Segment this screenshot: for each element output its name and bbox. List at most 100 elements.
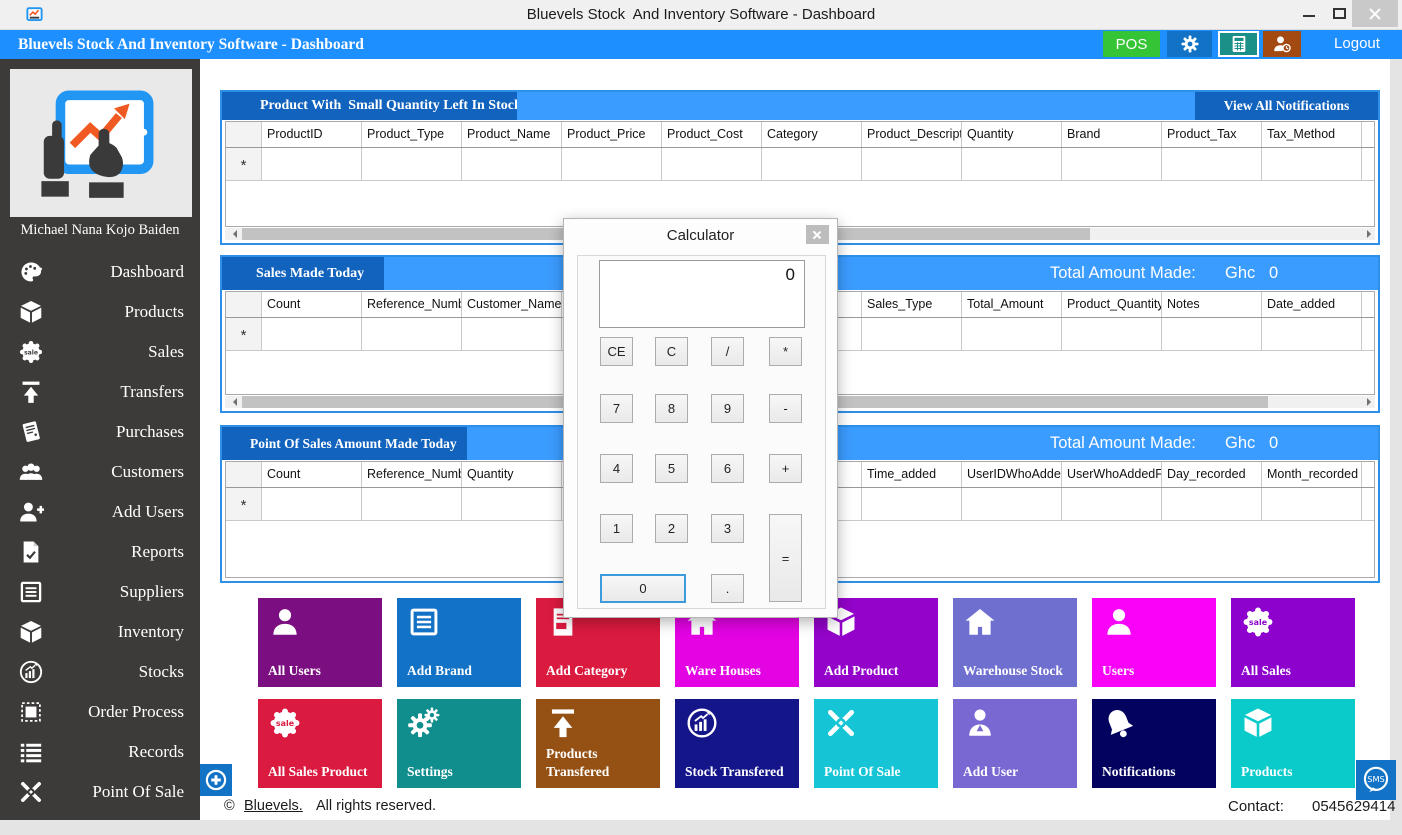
grid-column-header[interactable]: Reference_Number — [362, 292, 462, 317]
tile-notifications[interactable]: Notifications — [1092, 699, 1216, 788]
calc-key-3[interactable]: 3 — [711, 514, 744, 543]
grid-cell[interactable] — [962, 318, 1062, 351]
grid-column-header[interactable]: Category — [762, 122, 862, 147]
bluevels-link[interactable]: Bluevels. — [244, 793, 303, 820]
maximize-button[interactable] — [1326, 0, 1352, 28]
scroll-right-arrow[interactable] — [1360, 228, 1375, 240]
grid-column-header[interactable]: Day_recorded — [1162, 462, 1262, 487]
tile-add-brand[interactable]: Add Brand — [397, 598, 521, 687]
calculator-close-button[interactable] — [806, 225, 829, 244]
grid-cell[interactable] — [1062, 488, 1162, 521]
grid-column-header[interactable]: Reference_Number — [362, 462, 462, 487]
calc-key-divide[interactable]: / — [711, 337, 744, 366]
grid-cell[interactable] — [962, 488, 1062, 521]
grid-cell[interactable] — [462, 318, 562, 351]
minimize-button[interactable] — [1296, 0, 1322, 28]
calc-key-0[interactable]: 0 — [600, 574, 686, 603]
grid-column-header[interactable]: Product_Quantity — [1062, 292, 1162, 317]
sidebar-item-point-of-sale[interactable]: Point Of Sale — [0, 772, 200, 812]
quick-add-button[interactable] — [200, 764, 232, 796]
grid-cell[interactable] — [262, 148, 362, 181]
tile-products[interactable]: Products — [1231, 699, 1355, 788]
calc-key-c[interactable]: C — [655, 337, 688, 366]
calc-key-7[interactable]: 7 — [600, 394, 633, 423]
close-button[interactable] — [1352, 0, 1398, 27]
tile-all-users[interactable]: All Users — [258, 598, 382, 687]
grid-column-header[interactable]: Count — [262, 292, 362, 317]
grid-column-header[interactable]: Month_recorded — [1262, 462, 1362, 487]
sidebar-item-records[interactable]: Records — [0, 732, 200, 772]
grid-cell[interactable] — [1162, 318, 1262, 351]
grid-column-header[interactable]: Brand — [1062, 122, 1162, 147]
grid-column-header[interactable]: Date_added — [1262, 292, 1362, 317]
grid-cell[interactable] — [562, 148, 662, 181]
calc-key-5[interactable]: 5 — [655, 454, 688, 483]
grid-cell[interactable] — [1262, 318, 1362, 351]
tile-products-transfered[interactable]: Products Transfered — [536, 699, 660, 788]
sidebar-item-dashboard[interactable]: Dashboard — [0, 252, 200, 292]
grid-column-header[interactable]: Product_Type — [362, 122, 462, 147]
sidebar-item-reports[interactable]: Reports — [0, 532, 200, 572]
grid-cell[interactable] — [1262, 148, 1362, 181]
grid-cell[interactable] — [862, 318, 962, 351]
user-header-button[interactable] — [1263, 31, 1301, 57]
tile-add-user[interactable]: Add User — [953, 699, 1077, 788]
sidebar-item-add-users[interactable]: Add Users — [0, 492, 200, 532]
grid-cell[interactable] — [262, 318, 362, 351]
calc-key-6[interactable]: 6 — [711, 454, 744, 483]
grid-cell[interactable] — [762, 148, 862, 181]
tile-all-sales-product[interactable]: saleAll Sales Product — [258, 699, 382, 788]
tile-all-sales[interactable]: saleAll Sales — [1231, 598, 1355, 687]
grid-cell[interactable] — [1162, 488, 1262, 521]
sidebar-item-sales[interactable]: saleSales — [0, 332, 200, 372]
grid-column-header[interactable]: Quantity — [462, 462, 562, 487]
sidebar-item-products[interactable]: Products — [0, 292, 200, 332]
grid-cell[interactable] — [462, 148, 562, 181]
grid-column-header[interactable]: Product_Price — [562, 122, 662, 147]
grid-column-header[interactable]: Product_Cost — [662, 122, 762, 147]
grid-cell[interactable] — [1062, 318, 1162, 351]
grid-cell[interactable] — [362, 488, 462, 521]
tile-settings[interactable]: Settings — [397, 699, 521, 788]
tile-point-of-sale[interactable]: Point Of Sale — [814, 699, 938, 788]
pos-button[interactable]: POS — [1103, 31, 1160, 57]
grid-cell[interactable] — [262, 488, 362, 521]
grid-column-header[interactable]: Notes — [1162, 292, 1262, 317]
calc-key-1[interactable]: 1 — [600, 514, 633, 543]
grid-column-header[interactable]: UserIDWhoAddedU — [962, 462, 1062, 487]
calc-key-8[interactable]: 8 — [655, 394, 688, 423]
tile-users[interactable]: Users — [1092, 598, 1216, 687]
sidebar-item-stocks[interactable]: Stocks — [0, 652, 200, 692]
grid-cell[interactable] — [362, 148, 462, 181]
sidebar-item-purchases[interactable]: Purchases — [0, 412, 200, 452]
grid-cell[interactable] — [1262, 488, 1362, 521]
grid-cell[interactable] — [462, 488, 562, 521]
grid-cell[interactable] — [362, 318, 462, 351]
calc-key-equals[interactable]: = — [769, 514, 802, 602]
grid-column-header[interactable]: Tax_Method — [1262, 122, 1362, 147]
calc-key-ce[interactable]: CE — [600, 337, 633, 366]
calc-key-dot[interactable]: . — [711, 574, 744, 603]
grid-column-header[interactable]: Customer_Name — [462, 292, 562, 317]
calc-key-2[interactable]: 2 — [655, 514, 688, 543]
grid-column-header[interactable]: Count — [262, 462, 362, 487]
grid-cell[interactable] — [1362, 318, 1375, 351]
calc-key-plus[interactable]: + — [769, 454, 802, 483]
grid-cell[interactable] — [862, 148, 962, 181]
grid-cell[interactable] — [1162, 148, 1262, 181]
calculator-header-button[interactable] — [1218, 31, 1259, 57]
settings-header-button[interactable] — [1167, 31, 1212, 57]
view-all-notifications-button[interactable]: View All Notifications — [1195, 92, 1378, 120]
sidebar-item-transfers[interactable]: Transfers — [0, 372, 200, 412]
calc-key-4[interactable]: 4 — [600, 454, 633, 483]
grid-column-header[interactable] — [1362, 292, 1375, 317]
grid-column-header[interactable]: Time_added — [862, 462, 962, 487]
sidebar-item-inventory[interactable]: Inventory — [0, 612, 200, 652]
grid-column-header[interactable] — [1362, 462, 1375, 487]
calc-key-multiply[interactable]: * — [769, 337, 802, 366]
sidebar-item-order-process[interactable]: Order Process — [0, 692, 200, 732]
grid-cell[interactable] — [962, 148, 1062, 181]
tile-warehouse-stock[interactable]: Warehouse Stock — [953, 598, 1077, 687]
calc-key-9[interactable]: 9 — [711, 394, 744, 423]
grid-column-header[interactable]: Product_Tax — [1162, 122, 1262, 147]
